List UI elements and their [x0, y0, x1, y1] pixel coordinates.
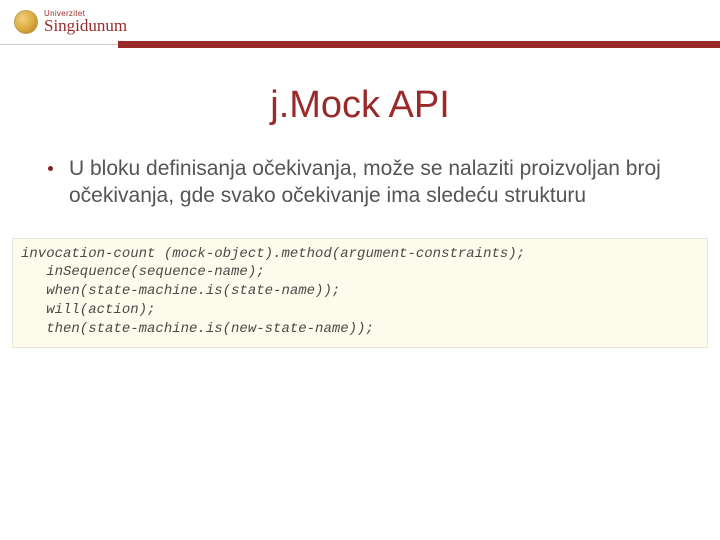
- bullet-text: U bloku definisanja očekivanja, može se …: [69, 155, 682, 210]
- logo-text: Univerzitet Singidunum: [44, 10, 127, 34]
- bullet-item: U bloku definisanja očekivanja, može se …: [38, 155, 682, 210]
- logo-emblem-icon: [14, 10, 38, 34]
- logo: Univerzitet Singidunum: [14, 10, 127, 34]
- bullet-dot-icon: [48, 166, 53, 171]
- header-divider: [0, 44, 720, 45]
- code-block: invocation-count (mock-object).method(ar…: [12, 238, 708, 348]
- slide-body: U bloku definisanja očekivanja, može se …: [38, 155, 682, 210]
- code-line: when(state-machine.is(state-name));: [21, 283, 340, 299]
- code-line: invocation-count (mock-object).method(ar…: [21, 246, 525, 262]
- slide-title: j.Mock API: [0, 84, 720, 127]
- divider-thick: [118, 41, 720, 48]
- logo-title: Singidunum: [44, 17, 127, 34]
- slide-header: Univerzitet Singidunum: [0, 0, 720, 56]
- code-line: will(action);: [21, 302, 155, 318]
- code-line: inSequence(sequence-name);: [21, 264, 265, 280]
- code-line: then(state-machine.is(new-state-name));: [21, 321, 374, 337]
